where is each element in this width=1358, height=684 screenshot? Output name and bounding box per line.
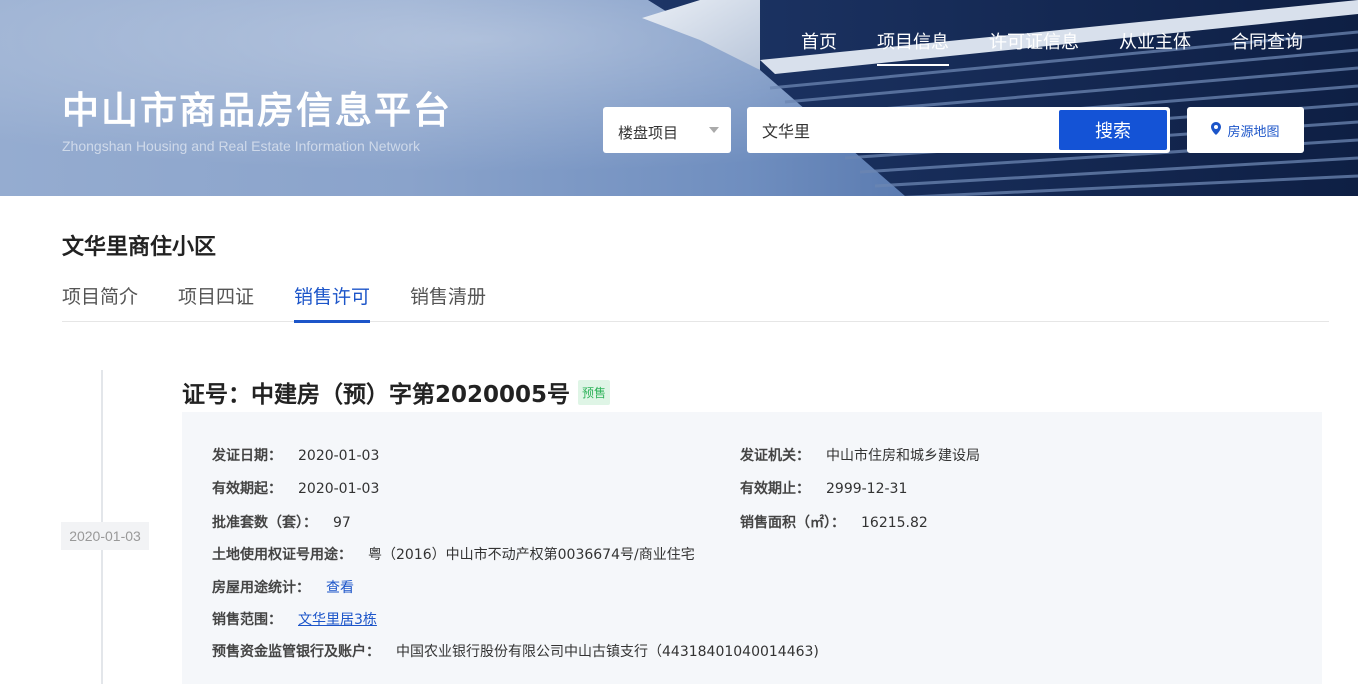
nav-home[interactable]: 首页 [801,28,837,64]
location-pin-icon [1211,121,1222,139]
issue-date-label: 发证日期： [212,448,282,464]
nav-practitioners[interactable]: 从业主体 [1119,28,1191,64]
permit-title: 证号：中建房（预）字第2020005号 预售 [182,375,611,409]
tab-project-intro[interactable]: 项目简介 [62,282,138,322]
usage-stats-link[interactable]: 查看 [326,580,354,596]
permit-number: 证号：中建房（预）字第2020005号 [182,382,571,408]
usage-stats-label: 房屋用途统计： [212,580,310,596]
search-category-value: 楼盘项目 [618,124,679,142]
bank-label: 预售资金监管银行及账户： [212,644,380,660]
project-name: 文华里商住小区 [62,235,217,260]
nav-contract-query[interactable]: 合同查询 [1231,28,1303,64]
area-row: 销售面积（㎡）： 16215.82 [740,512,928,532]
housing-map-button[interactable]: 房源地图 [1187,107,1304,153]
sales-scope-label: 销售范围： [212,612,282,628]
issuer-row: 发证机关： 中山市住房和城乡建设局 [740,445,980,465]
tab-sales-list[interactable]: 销售清册 [410,282,486,322]
project-tabs: 项目简介 项目四证 销售许可 销售清册 [62,282,1329,323]
usage-stats-row: 房屋用途统计： 查看 [212,577,354,597]
land-label: 土地使用权证号用途： [212,547,352,563]
land-value: 粤（2016）中山市不动产权第0036674号/商业住宅 [368,547,695,563]
bank-value: 中国农业银行股份有限公司中山古镇支行（44318401040014463) [396,644,819,660]
area-value: 16215.82 [861,515,928,531]
units-label: 批准套数（套）： [212,515,317,531]
valid-from-row: 有效期起： 2020-01-03 [212,478,379,498]
tab-project-certificates[interactable]: 项目四证 [178,282,254,322]
valid-from-value: 2020-01-03 [298,481,380,497]
permit-info-panel: 发证日期： 2020-01-03 发证机关： 中山市住房和城乡建设局 有效期起： 20… [182,412,1322,684]
tab-sales-permit[interactable]: 销售许可 [294,282,371,323]
land-row: 土地使用权证号用途： 粤（2016）中山市不动产权第0036674号/商业住宅 [212,544,695,564]
search-category-select[interactable]: 楼盘项目 [603,107,731,153]
bank-row: 预售资金监管银行及账户： 中国农业银行股份有限公司中山古镇支行（443184010… [212,641,819,661]
site-subtitle: Zhongshan Housing and Real Estate Inform… [62,138,420,154]
issuer-value: 中山市住房和城乡建设局 [826,448,980,464]
issue-date-row: 发证日期： 2020-01-03 [212,445,379,465]
chevron-down-icon [709,127,719,133]
area-label: 销售面积（㎡）： [740,515,845,531]
timeline-date: 2020-01-03 [61,522,149,550]
issuer-label: 发证机关： [740,448,810,464]
sales-scope-link[interactable]: 文华里居3栋 [298,612,377,628]
issue-date-value: 2020-01-03 [298,448,380,464]
top-nav: 首页 项目信息 许可证信息 从业主体 合同查询 [761,28,1303,66]
valid-to-value: 2999-12-31 [826,481,908,497]
search-input[interactable] [747,107,1057,153]
nav-project-info[interactable]: 项目信息 [877,28,949,66]
search-button[interactable]: 搜索 [1059,110,1167,150]
valid-to-label: 有效期止： [740,481,810,497]
nav-permit-info[interactable]: 许可证信息 [989,28,1079,64]
sales-scope-row: 销售范围： 文华里居3栋 [212,609,377,629]
header-banner: 中山市商品房信息平台 Zhongshan Housing and Real Es… [0,0,1358,196]
units-row: 批准套数（套）： 97 [212,512,351,532]
search-box: 搜索 [747,107,1170,153]
units-value: 97 [333,515,351,531]
valid-from-label: 有效期起： [212,481,282,497]
valid-to-row: 有效期止： 2999-12-31 [740,478,907,498]
site-title: 中山市商品房信息平台 [62,89,452,132]
housing-map-label: 房源地图 [1227,124,1280,140]
presale-badge: 预售 [578,379,611,405]
